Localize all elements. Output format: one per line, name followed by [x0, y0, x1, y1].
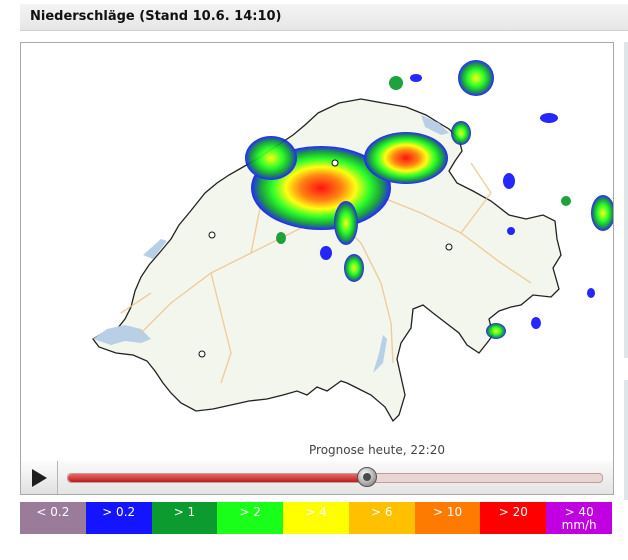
city-marker-zurich	[331, 159, 339, 167]
play-icon	[32, 469, 47, 487]
legend-item-label: > 2	[239, 505, 261, 519]
legend-item: > 1	[151, 502, 218, 534]
page-title: Niederschläge (Stand 10.6. 14:10)	[30, 9, 282, 24]
legend-item: > 10	[414, 502, 481, 534]
precipitation-map: Prognose heute, 22:20	[20, 42, 614, 462]
page-header: Niederschläge (Stand 10.6. 14:10)	[20, 4, 628, 31]
city-marker-sion	[198, 350, 206, 358]
legend-item: > 40 mm/h	[546, 502, 613, 534]
timeline-progress	[68, 474, 368, 482]
timeline-handle[interactable]	[357, 467, 378, 487]
forecast-time-label: Prognose heute, 22:20	[309, 443, 445, 457]
city-marker-bern	[208, 231, 216, 239]
legend-item: > 0.2	[85, 502, 152, 534]
legend-item-unit: mm/h	[561, 518, 597, 532]
precipitation-legend: < 0.2 > 0.2 > 1 > 2 > 4 > 6 > 10 > 20 > 40 mm/h	[20, 502, 613, 534]
legend-item-label: > 20	[498, 505, 528, 519]
play-button[interactable]	[21, 461, 58, 494]
side-strip	[624, 42, 628, 358]
city-marker-chur	[445, 243, 453, 251]
timeline-slider[interactable]	[67, 473, 603, 483]
legend-item-label: > 4	[305, 505, 327, 519]
legend-item: < 0.2	[20, 502, 86, 534]
legend-item-label: > 6	[371, 505, 393, 519]
animation-controls	[20, 461, 614, 495]
switzerland-map	[92, 60, 613, 423]
legend-item: > 2	[217, 502, 284, 534]
legend-item-label: > 10	[433, 505, 463, 519]
legend-item-label: > 1	[173, 505, 196, 519]
legend-item: > 4	[283, 502, 349, 534]
legend-item-label: < 0.2	[36, 505, 70, 519]
legend-item-label: > 0.2	[102, 505, 136, 519]
side-strip-lower	[624, 380, 628, 500]
legend-item: > 6	[348, 502, 415, 534]
legend-item: > 20	[480, 502, 547, 534]
